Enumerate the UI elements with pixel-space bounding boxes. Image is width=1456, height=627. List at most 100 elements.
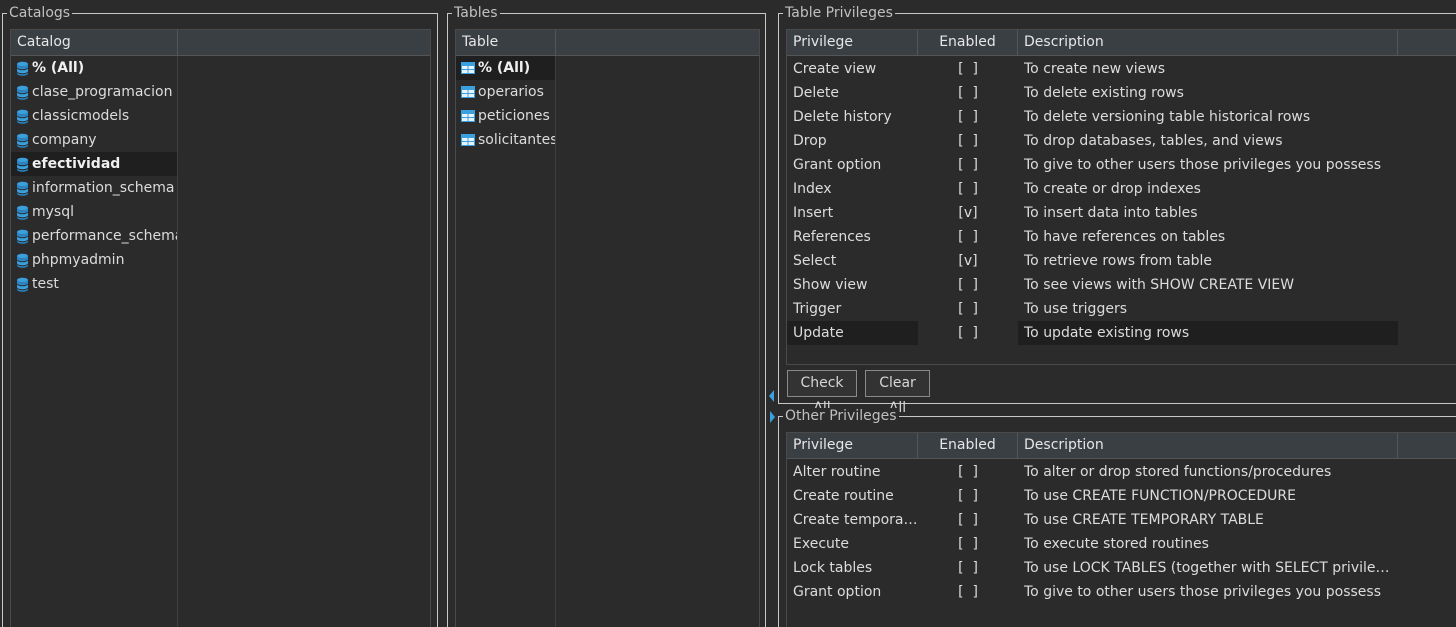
description-column-header[interactable]: Description: [1018, 433, 1398, 458]
enabled-checkbox[interactable]: [ ]: [918, 105, 1018, 129]
table-row[interactable]: Index [ ] To create or drop indexes: [787, 177, 1456, 201]
list-item[interactable]: test: [11, 272, 430, 296]
description-cell: To give to other users those privileges …: [1024, 157, 1381, 173]
list-item[interactable]: % (All): [456, 56, 759, 80]
privilege-cell: Create view: [793, 61, 877, 77]
list-item[interactable]: mysql: [11, 200, 430, 224]
description-cell: To use LOCK TABLES (together with SELECT…: [1024, 560, 1398, 576]
table-row[interactable]: Create view [ ] To create new views: [787, 57, 1456, 81]
table-row[interactable]: Lock tables [ ] To use LOCK TABLES (togeth…: [787, 556, 1456, 580]
list-item[interactable]: operarios: [456, 80, 759, 104]
privilege-cell: Lock tables: [793, 560, 873, 576]
table-icon: [461, 110, 475, 122]
list-item-label: operarios: [478, 84, 544, 100]
privilege-cell: References: [793, 229, 871, 245]
enabled-checkbox[interactable]: [ ]: [918, 460, 1018, 484]
privilege-cell: Select: [793, 253, 837, 269]
list-item-label: peticiones: [478, 108, 550, 124]
enabled-checkbox[interactable]: [v]: [918, 249, 1018, 273]
catalogs-header: Catalog: [11, 30, 430, 56]
table-row[interactable]: Delete history [ ] To delete versioning ta…: [787, 105, 1456, 129]
enabled-checkbox[interactable]: [ ]: [918, 321, 1018, 345]
description-cell: To delete existing rows: [1024, 85, 1184, 101]
list-item[interactable]: performance_schema: [11, 224, 430, 248]
description-cell: To see views with SHOW CREATE VIEW: [1024, 277, 1295, 293]
enabled-checkbox[interactable]: [ ]: [918, 177, 1018, 201]
table-row[interactable]: Show view [ ] To see views with SHOW CREAT…: [787, 273, 1456, 297]
list-item[interactable]: classicmodels: [11, 104, 430, 128]
privilege-cell: Delete: [793, 85, 839, 101]
list-item-label: solicitantes: [478, 132, 555, 148]
list-item[interactable]: information_schema: [11, 176, 430, 200]
list-item-label: classicmodels: [32, 108, 130, 124]
description-column-header[interactable]: Description: [1018, 30, 1398, 55]
other-privileges-body: Alter routine [ ] To alter or drop stored …: [787, 460, 1456, 627]
table-row[interactable]: Update[ ] To update existing rows: [787, 321, 1456, 345]
enabled-checkbox[interactable]: [ ]: [918, 532, 1018, 556]
database-icon: [16, 61, 29, 76]
splitter-expand-right-icon[interactable]: [770, 411, 775, 423]
table-row[interactable]: Select [v] To retrieve rows from table: [787, 249, 1456, 273]
enabled-checkbox[interactable]: [ ]: [918, 508, 1018, 532]
enabled-column-header[interactable]: Enabled: [918, 30, 1018, 55]
enabled-checkbox[interactable]: [ ]: [918, 225, 1018, 249]
table-row[interactable]: Grant option [ ] To give to other users th…: [787, 153, 1456, 177]
table-icon: [461, 62, 475, 74]
enabled-checkbox[interactable]: [ ]: [918, 580, 1018, 604]
splitter-collapse-left-icon[interactable]: [769, 390, 774, 402]
table-row[interactable]: Create routine [ ] To use CREATE FUNCTION/…: [787, 484, 1456, 508]
catalog-column-header[interactable]: Catalog: [11, 30, 178, 55]
enabled-checkbox[interactable]: [ ]: [918, 129, 1018, 153]
list-item-label: % (All): [32, 60, 85, 76]
list-item[interactable]: efectividad: [11, 152, 430, 176]
enabled-column-header[interactable]: Enabled: [918, 433, 1018, 458]
description-cell: To update existing rows: [1018, 321, 1398, 345]
table-row[interactable]: Trigger [ ] To use triggers: [787, 297, 1456, 321]
list-item-label: performance_schema: [32, 228, 177, 244]
enabled-checkbox[interactable]: [ ]: [918, 57, 1018, 81]
table-row[interactable]: Alter routine [ ] To alter or drop stored …: [787, 460, 1456, 484]
list-item[interactable]: company: [11, 128, 430, 152]
check-all-button[interactable]: Check All: [787, 370, 857, 416]
enabled-checkbox[interactable]: [ ]: [918, 297, 1018, 321]
enabled-checkbox[interactable]: [ ]: [918, 153, 1018, 177]
enabled-checkbox[interactable]: [v]: [918, 201, 1018, 225]
privilege-column-header[interactable]: Privilege: [787, 30, 918, 55]
list-item[interactable]: peticiones: [456, 104, 759, 128]
tables-body: % (All) operarios peticiones solicitantes: [456, 56, 759, 627]
enabled-checkbox[interactable]: [ ]: [918, 273, 1018, 297]
enabled-checkbox[interactable]: [ ]: [918, 556, 1018, 580]
list-item-label: efectividad: [32, 156, 121, 172]
privilege-column-header[interactable]: Privilege: [787, 433, 918, 458]
table-row[interactable]: Insert [v] To insert data into tables: [787, 201, 1456, 225]
list-item[interactable]: clase_programacion: [11, 80, 430, 104]
list-item-label: % (All): [478, 60, 531, 76]
table-row[interactable]: Execute [ ] To execute stored routines: [787, 532, 1456, 556]
table-row[interactable]: Grant option [ ] To give to other users th…: [787, 580, 1456, 604]
enabled-checkbox[interactable]: [ ]: [918, 81, 1018, 105]
list-item[interactable]: phpmyadmin: [11, 248, 430, 272]
table-row[interactable]: Drop [ ] To drop databases, tables, and vi…: [787, 129, 1456, 153]
description-cell: To give to other users those privileges …: [1024, 584, 1381, 600]
privilege-cell: Grant option: [793, 157, 882, 173]
description-cell: To use CREATE FUNCTION/PROCEDURE: [1024, 488, 1296, 504]
table-row[interactable]: References [ ] To have references on table…: [787, 225, 1456, 249]
privilege-cell: Drop: [793, 133, 827, 149]
table-privileges-header: Privilege Enabled Description: [787, 30, 1456, 56]
database-icon: [16, 181, 29, 196]
table-column-header[interactable]: Table: [456, 30, 556, 55]
list-item[interactable]: % (All): [11, 56, 430, 80]
tables-header: Table: [456, 30, 759, 56]
table-row[interactable]: Delete [ ] To delete existing rows: [787, 81, 1456, 105]
table-privileges-group: Table Privileges Privilege Enabled Descr…: [778, 5, 1456, 416]
database-icon: [16, 253, 29, 268]
database-icon: [16, 109, 29, 124]
catalogs-list: Catalog % (All) clase_programacionclassic…: [10, 29, 431, 627]
description-cell: To drop databases, tables, and views: [1024, 133, 1283, 149]
clear-all-button[interactable]: Clear All: [865, 370, 930, 416]
tables-group-title: Tables: [452, 5, 500, 21]
table-privileges-body: Create view [ ] To create new views Delete […: [787, 57, 1456, 364]
table-row[interactable]: Create temporar...[ ] To use CREATE TEMPO…: [787, 508, 1456, 532]
list-item[interactable]: solicitantes: [456, 128, 759, 152]
enabled-checkbox[interactable]: [ ]: [918, 484, 1018, 508]
